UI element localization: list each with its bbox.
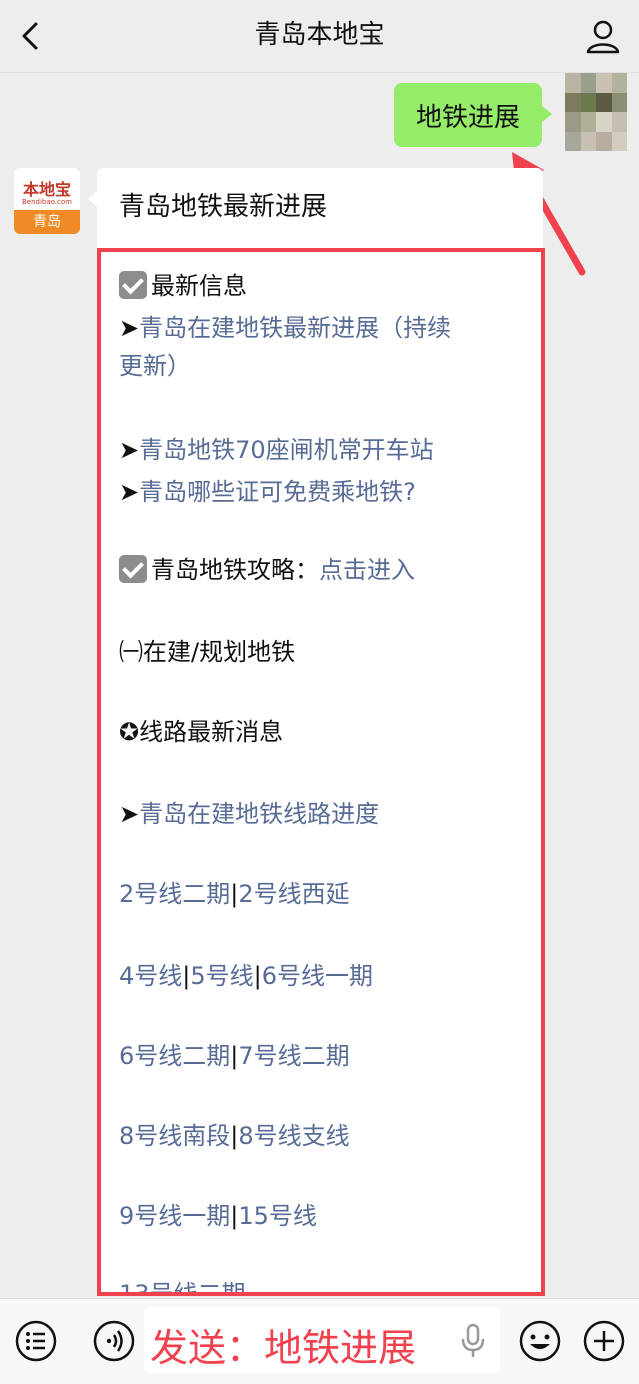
bendibao-avatar[interactable]: 本地宝 Bendibao.com 青岛 — [14, 168, 80, 234]
message-input[interactable]: 发送：地铁进展 — [144, 1307, 500, 1373]
line-link[interactable]: 9号线一期 — [119, 1202, 230, 1230]
outgoing-message-text: 地铁进展 — [415, 103, 520, 133]
microphone-icon[interactable] — [460, 1323, 486, 1359]
avatar-logo-domain: Bendibao.com — [21, 198, 72, 206]
progress-link-cont[interactable]: 更新） — [119, 346, 191, 381]
line-links-row: 6号线二期|7号线二期 — [119, 1042, 350, 1070]
line-link[interactable]: 15号线 — [238, 1202, 317, 1230]
line-progress-link[interactable]: 青岛在建地铁线路进度 — [139, 800, 379, 828]
gates-link[interactable]: 青岛地铁70座闸机常开车站 — [139, 436, 434, 464]
line-link[interactable]: 4号线 — [119, 962, 182, 990]
line-link[interactable]: 8号线南段 — [119, 1122, 230, 1150]
free-ride-link-row[interactable]: ➤青岛哪些证可免费乘地铁? — [119, 472, 416, 507]
line-link[interactable]: 13号线二期 — [119, 1280, 246, 1292]
progress-link-row[interactable]: ➤青岛在建地铁最新进展（持续 — [119, 308, 451, 343]
gates-link-row[interactable]: ➤青岛地铁70座闸机常开车站 — [119, 430, 434, 465]
avatar-logo-text: 本地宝 — [22, 180, 71, 199]
line-links-row: 4号线|5号线|6号线一期 — [119, 962, 374, 990]
line-progress-link-row[interactable]: ➤青岛在建地铁线路进度 — [119, 794, 379, 829]
user-profile-icon[interactable] — [583, 16, 623, 56]
progress-link[interactable]: 青岛在建地铁最新进展（持续 — [139, 314, 451, 342]
highlighted-content-box: 最新信息 ➤青岛在建地铁最新进展（持续 更新） ➤青岛地铁70座闸机常开车站 ➤… — [97, 248, 545, 1296]
reply-title: 青岛地铁最新进展 — [119, 192, 328, 222]
free-ride-link[interactable]: 青岛哪些证可免费乘地铁? — [139, 478, 416, 506]
emoji-icon[interactable] — [518, 1319, 562, 1363]
line-links-row: 9号线一期|15号线 — [119, 1202, 317, 1230]
line-links-row: 13号线二期 — [119, 1274, 246, 1292]
user-avatar[interactable] — [565, 73, 627, 151]
section-building: ㈠在建/规划地铁 — [119, 638, 296, 666]
bubble-tail — [541, 105, 552, 123]
section-news: ✪线路最新消息 — [119, 718, 284, 746]
checkbox-icon — [119, 271, 147, 299]
add-more-icon[interactable] — [582, 1319, 626, 1363]
line-link[interactable]: 2号线二期 — [119, 880, 230, 908]
line-links-row: 2号线二期|2号线西延 — [119, 880, 350, 908]
arrow-bullet-icon: ➤ — [119, 436, 140, 464]
voice-input-icon[interactable] — [92, 1319, 136, 1363]
line-link[interactable]: 8号线支线 — [238, 1122, 349, 1150]
guide-row: 青岛地铁攻略：点击进入 — [119, 550, 415, 585]
outgoing-message-bubble[interactable]: 地铁进展 — [394, 83, 552, 147]
menu-list-icon[interactable] — [14, 1319, 58, 1363]
chat-input-bar: 发送：地铁进展 — [0, 1298, 639, 1384]
line-link[interactable]: 6号线一期 — [262, 962, 373, 990]
arrow-bullet-icon: ➤ — [119, 478, 140, 506]
arrow-bullet-icon: ➤ — [119, 800, 140, 828]
bubble-tail — [88, 190, 98, 208]
avatar-city-label: 青岛 — [14, 210, 80, 234]
chat-title: 青岛本地宝 — [254, 20, 385, 50]
line-link[interactable]: 2号线西延 — [238, 880, 349, 908]
line-link[interactable]: 5号线 — [190, 962, 253, 990]
top-nav-bar: 青岛本地宝 — [0, 0, 639, 73]
arrow-bullet-icon: ➤ — [119, 314, 140, 342]
latest-heading: 最新信息 — [151, 272, 247, 300]
checkbox-icon — [119, 555, 147, 583]
line-link[interactable]: 7号线二期 — [238, 1042, 349, 1070]
guide-label: 青岛地铁攻略： — [151, 556, 319, 584]
guide-link[interactable]: 点击进入 — [319, 556, 415, 584]
latest-heading-row: 最新信息 — [119, 266, 247, 301]
message-input-text: 发送：地铁进展 — [150, 1326, 417, 1370]
line-links-row: 8号线南段|8号线支线 — [119, 1122, 350, 1150]
line-link[interactable]: 6号线二期 — [119, 1042, 230, 1070]
